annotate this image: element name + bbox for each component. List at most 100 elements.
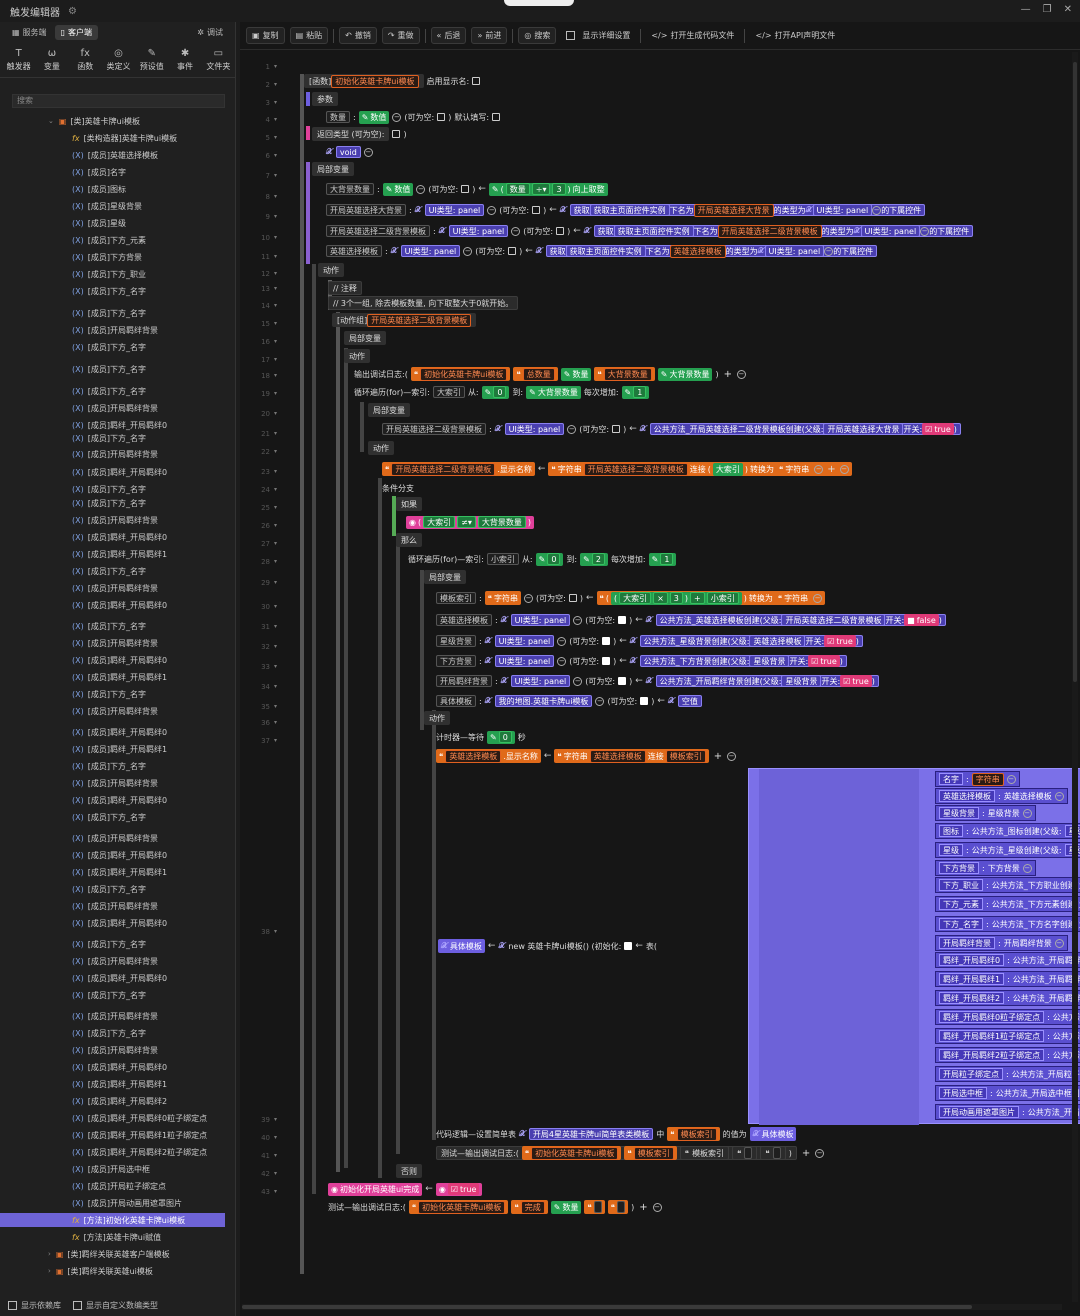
code-row[interactable]: 下方背景: 𝒳 UI类型: panel − (可为空:) ← 𝒳 公共方法_下方背景创建(父级… bbox=[436, 654, 847, 668]
remove-icon[interactable]: − bbox=[1054, 791, 1064, 801]
tree-item[interactable]: (X) [成员]下方_名字 bbox=[0, 687, 225, 701]
step-val[interactable]: ✎ 1 bbox=[621, 385, 650, 399]
scroll-thumb[interactable] bbox=[1073, 62, 1077, 682]
log-arg[interactable]: ❝ bbox=[760, 1146, 786, 1160]
table-entry[interactable]: 星级:公共方法_星级创建(父级:星级背景开关:☑true)− bbox=[935, 842, 1080, 858]
tree-item[interactable]: fx [类构造器]英雄卡牌ui模板 bbox=[0, 131, 225, 145]
remove-icon[interactable]: − bbox=[392, 112, 402, 122]
log-arg[interactable]: ❝ bbox=[732, 1146, 758, 1160]
search-input[interactable]: 搜索 bbox=[12, 94, 225, 108]
remove-icon[interactable]: − bbox=[652, 1202, 662, 1212]
tree-item[interactable]: (X) [成员]开局动画用遮罩图片 bbox=[0, 1196, 225, 1210]
tree-item[interactable]: (X) [成员]羁绊_开局羁绊0 bbox=[0, 725, 225, 739]
code-row[interactable]: 局部变量 bbox=[312, 162, 354, 176]
tree-item[interactable]: (X) [成员]英雄选择模板 bbox=[0, 148, 225, 162]
tree-item[interactable]: (X) [成员]下方_名字 bbox=[0, 810, 225, 824]
log-arg[interactable]: ✎ 数量 bbox=[560, 367, 592, 381]
to-val[interactable]: ✎ 大背景数量 bbox=[526, 385, 581, 399]
code-row[interactable]: 𝒳void − bbox=[326, 145, 373, 159]
restore-icon[interactable]: ❐ bbox=[1043, 4, 1052, 15]
code-row[interactable]: 如果 bbox=[396, 497, 422, 511]
tree-item[interactable]: (X) [成员]开局羁绊背景 bbox=[0, 776, 225, 790]
empty-slot[interactable] bbox=[744, 1147, 753, 1159]
set-name[interactable]: ❝ 英雄选择模板 .显示名称 bbox=[436, 749, 541, 763]
condition[interactable]: ◉(大索引 ≠ ▾ 大背景数量) bbox=[406, 515, 534, 529]
table-entry[interactable]: 羁绊_开局羁绊1:公共方法_开局羁绊1创建(父级:开局羁绊背景开关:☑true)… bbox=[935, 971, 1080, 987]
remove-icon[interactable]: − bbox=[363, 147, 373, 157]
code-row[interactable]: [函数] 初始化英雄卡牌ui模板 启用显示名: bbox=[304, 74, 481, 88]
tree-item[interactable]: (X) [成员]下方_名字 bbox=[0, 759, 225, 773]
params-block[interactable]: 参数 bbox=[312, 92, 338, 106]
return-type-block[interactable]: 返回类型 (可为空): bbox=[312, 127, 390, 141]
code-row[interactable]: 局部变量 bbox=[344, 331, 386, 345]
call-expr[interactable]: 公共方法_开局英雄选择二级背景模板创建(父级: 开局英雄选择大背景 开关: ☑ true… bbox=[649, 423, 961, 435]
remove-icon[interactable]: − bbox=[1022, 808, 1032, 818]
timer-val[interactable]: ✎ 0 bbox=[487, 730, 515, 744]
local-vars-block[interactable]: 局部变量 bbox=[424, 570, 466, 584]
expand-icon[interactable]: › bbox=[48, 1250, 51, 1258]
remove-icon[interactable]: − bbox=[920, 226, 930, 236]
tree-item[interactable]: fx [方法]英雄卡牌ui赋值 bbox=[0, 1230, 225, 1244]
tree-item[interactable]: (X) [成员]下方_名字 bbox=[0, 988, 225, 1002]
tree-item[interactable]: ⌄ ▣ [类]英雄卡牌ui模板 bbox=[0, 114, 225, 128]
log-arg[interactable]: ❝ bbox=[607, 1200, 629, 1214]
code-row[interactable]: 输出调试日志:(❝ 初始化英雄卡牌ui模板 ❝ 总数量 ✎ 数量 ❝ 大背景数量 ✎ 大背景数量)… bbox=[354, 367, 746, 381]
tool-1[interactable]: ω 变量 bbox=[35, 42, 68, 77]
local-vars-block[interactable]: 局部变量 bbox=[368, 403, 410, 417]
tree-item[interactable]: (X) [成员]羁绊_开局羁绊0 bbox=[0, 598, 225, 612]
tool-0[interactable]: T 触发器 bbox=[2, 42, 35, 77]
tree-item[interactable]: (X) [成员]开局羁绊背景 bbox=[0, 581, 225, 595]
tree-item[interactable]: (X) [成员]星级 bbox=[0, 216, 225, 230]
str-type[interactable]: ❝ 字符串 bbox=[484, 591, 522, 605]
tree-item[interactable]: (X) [成员]开局羁绊背景 bbox=[0, 401, 225, 415]
remove-icon[interactable]: − bbox=[736, 369, 746, 379]
code-row[interactable]: 模板索引: ❝ 字符串 − (可为空:) ← ❝((大索引 × 3) + 小索引) 转换为 ❝ 字符串 − bbox=[436, 591, 826, 605]
code-row[interactable]: 动作 bbox=[318, 263, 344, 277]
code-row[interactable]: ❝ 英雄选择模板 .显示名称 ← ❝ 字符串 英雄选择模板 连接 模板索引 + − bbox=[436, 749, 737, 763]
tree-item[interactable]: fx [方法]初始化英雄卡牌ui模板 bbox=[0, 1213, 225, 1227]
code-row[interactable]: 开局羁绊背景: 𝒳 UI类型: panel − (可为空:) ← 𝒳 公共方法_开局羁绊背景创… bbox=[436, 674, 879, 688]
tree-item[interactable]: (X) [成员]开局羁绊背景 bbox=[0, 1043, 225, 1057]
tree-item[interactable]: (X) [成员]下方_名字 bbox=[0, 882, 225, 896]
code-row[interactable]: 数量: ✎ 数值 − (可为空:) 默认填写: bbox=[326, 110, 501, 124]
table-entry[interactable]: 羁绊_开局羁绊2:公共方法_开局羁绊2创建(父级:开局羁绊背景开关:☑true)… bbox=[935, 990, 1080, 1006]
action-block[interactable]: 动作 bbox=[424, 711, 450, 725]
code-row[interactable]: 代码逻辑—设置简单表 𝒳 开局4星英雄卡牌ui简单表类模板中 ❝ 模板索引 的值为 𝒳 具体模… bbox=[436, 1127, 797, 1141]
code-row[interactable]: 循环遍历(for)—索引: 小索引 从: ✎ 0 到: ✎ 2 每次增加: ✎ 1 bbox=[408, 552, 677, 566]
op-select[interactable]: ÷ ▾ bbox=[531, 183, 551, 195]
call-expr[interactable]: 公共方法_下方背景创建(父级: 星级背景 开关: ☑ true) bbox=[639, 655, 847, 667]
op[interactable]: × bbox=[653, 592, 668, 604]
table-entry[interactable]: 星级背景: 星级背景 − bbox=[935, 805, 1036, 821]
tree-item[interactable]: (X) [成员]羁绊_开局羁绊1 bbox=[0, 742, 225, 756]
remove-icon[interactable]: − bbox=[463, 246, 473, 256]
type-number[interactable]: ✎ 数值 bbox=[358, 110, 390, 124]
remove-icon[interactable]: − bbox=[1054, 938, 1064, 948]
code-row[interactable]: 返回类型 (可为空):) bbox=[312, 127, 407, 141]
bool-true[interactable]: ☑ true bbox=[824, 635, 856, 647]
close-icon[interactable]: ✕ bbox=[1064, 4, 1072, 15]
code-row[interactable]: [动作组] 开局英雄选择二级背景模板 bbox=[332, 313, 477, 327]
tool-5[interactable]: ✱ 事件 bbox=[168, 42, 201, 77]
local-vars-block[interactable]: 局部变量 bbox=[344, 331, 386, 345]
action-block[interactable]: 动作 bbox=[368, 441, 394, 455]
remove-icon[interactable]: − bbox=[1022, 863, 1032, 873]
op-select[interactable]: ≠ ▾ bbox=[457, 516, 476, 528]
code-row[interactable]: ❝ 开局英雄选择二级背景模板 .显示名称 ← ❝ 字符串 开局英雄选择二级背景模板 连接(大索… bbox=[382, 462, 852, 476]
tree-item[interactable]: (X) [成员]羁绊_开局羁绊1 bbox=[0, 670, 225, 684]
num-var[interactable]: 大索引 bbox=[423, 516, 456, 528]
table-entry[interactable]: 开局动画用遮罩图片:公共方法_开局动画用遮罩图片创建(父级:英雄选择模板开关:■… bbox=[935, 1104, 1080, 1120]
checkbox[interactable] bbox=[568, 594, 577, 602]
add-icon[interactable]: + bbox=[724, 369, 732, 380]
log-arg[interactable]: ❝ 模板索引 bbox=[624, 1146, 677, 1160]
checkbox[interactable] bbox=[612, 425, 621, 433]
remove-icon[interactable]: − bbox=[839, 464, 849, 474]
remove-icon[interactable]: − bbox=[815, 1148, 825, 1158]
checkbox[interactable] bbox=[624, 942, 633, 950]
checkbox[interactable] bbox=[602, 637, 611, 645]
table-entry[interactable]: 羁绊_开局羁绊0粒子绑定点:公共方法_开局羁绊0粒子绑定点创建(父级:开局羁绊背… bbox=[935, 1009, 1080, 1025]
add-icon[interactable]: + bbox=[827, 464, 835, 475]
tree-item[interactable]: (X) [成员]羁绊_开局羁绊0 bbox=[0, 530, 225, 544]
str-type[interactable]: ❝ 字符串 bbox=[774, 591, 812, 605]
tree-item[interactable]: (X) [成员]开局羁绊背景 bbox=[0, 636, 225, 650]
tree-item[interactable]: (X) [成员]羁绊_开局羁绊0 bbox=[0, 418, 225, 432]
